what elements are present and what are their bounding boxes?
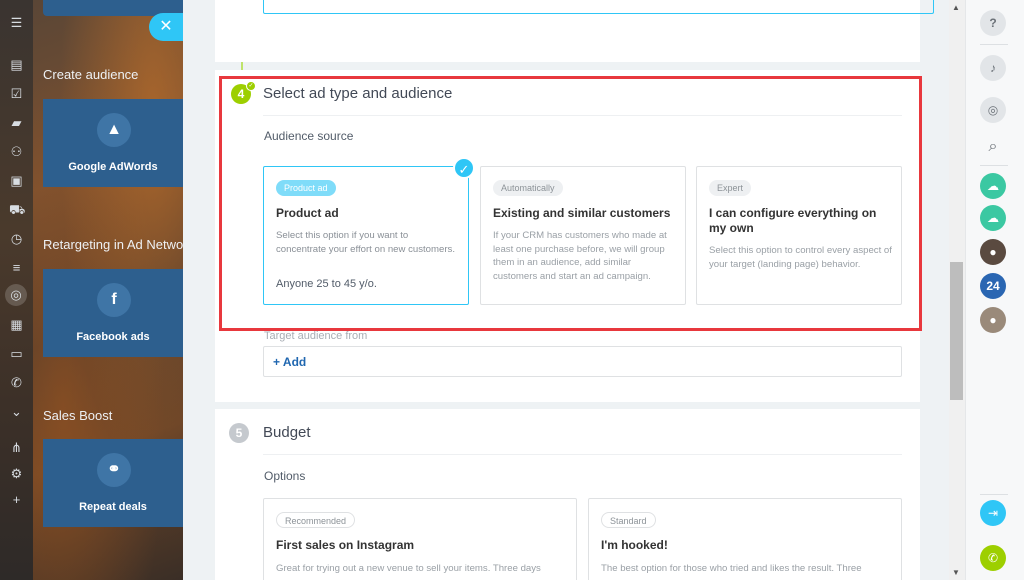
groups-icon[interactable]: ⚇ xyxy=(9,144,24,159)
add-icon[interactable]: + xyxy=(9,492,24,507)
scroll-thumb[interactable] xyxy=(950,262,963,400)
option-text: The best option for those who tried and … xyxy=(601,563,862,574)
filter-icon[interactable]: ≡ xyxy=(9,260,24,275)
phone-icon[interactable]: ✆ xyxy=(9,375,24,390)
exit-icon[interactable]: ⇥ xyxy=(980,500,1006,526)
divider xyxy=(980,494,1008,495)
bell-icon[interactable]: ♪ xyxy=(980,55,1006,81)
time-icon[interactable]: ◷ xyxy=(9,231,24,246)
section-title: Sales Boost xyxy=(43,408,113,423)
settings-icon[interactable]: ⚙ xyxy=(9,466,24,481)
option-hooked[interactable]: Standard I'm hooked! The best option for… xyxy=(588,498,902,580)
tile-label: Repeat deals xyxy=(79,501,147,513)
divider xyxy=(980,165,1008,166)
slider-content: 4 ✓ Select ad type and audience Audience… xyxy=(183,0,949,580)
selected-option-box[interactable] xyxy=(263,0,934,14)
section-title: Create audience xyxy=(43,67,139,82)
step3-card xyxy=(215,0,934,62)
option-text: Select this option to control every aspe… xyxy=(709,245,892,270)
option-tag: Product ad xyxy=(276,180,336,196)
shop-icon[interactable]: ⛟ xyxy=(9,202,25,217)
crm-icon[interactable]: ▣ xyxy=(9,173,24,188)
divider xyxy=(263,115,902,116)
sitemap-icon[interactable]: ⋔ xyxy=(9,440,24,455)
avatar[interactable]: ● xyxy=(980,239,1006,265)
option-tag: Standard xyxy=(601,512,656,528)
options-label: Options xyxy=(264,469,306,483)
avatar[interactable]: ● xyxy=(980,307,1006,333)
divider xyxy=(263,454,902,455)
option-title: Product ad xyxy=(276,206,339,220)
step-title: Budget xyxy=(263,424,311,441)
chat-bubble-icon[interactable]: ◎ xyxy=(980,97,1006,123)
left-panel: Create audience ▲ Google AdWords Retarge… xyxy=(33,0,183,580)
option-expert[interactable]: Expert I can configure everything on my … xyxy=(696,166,902,305)
section-title: Retargeting in Ad Netwo xyxy=(43,237,183,252)
target-audience-field[interactable]: + Add xyxy=(263,346,902,377)
option-product-ad[interactable]: Product ad Product ad Select this option… xyxy=(263,166,469,305)
option-existing-customers[interactable]: Automatically Existing and similar custo… xyxy=(480,166,686,305)
call-icon[interactable]: ✆ xyxy=(980,545,1006,571)
option-title: Existing and similar customers xyxy=(493,206,671,220)
step5-card: 5 Budget Options Recommended First sales… xyxy=(215,409,920,580)
option-first-sales[interactable]: Recommended First sales on Instagram Gre… xyxy=(263,498,577,580)
help-icon[interactable]: ? xyxy=(980,10,1006,36)
option-title: I'm hooked! xyxy=(601,538,668,552)
step-title: Select ad type and audience xyxy=(263,85,453,102)
chat-icon[interactable]: ▰ xyxy=(9,115,24,130)
marketing-icon[interactable]: ◎ xyxy=(5,284,27,306)
option-tag: Recommended xyxy=(276,512,356,528)
right-rail: ? ♪ ◎ ⌕ ☁ ☁ ● 24 ● ⇥ ✆ xyxy=(965,0,1024,580)
adwords-tile[interactable]: ▲ Google AdWords xyxy=(43,99,183,187)
option-tag: Automatically xyxy=(493,180,563,196)
option-text: If your CRM has customers who made at le… xyxy=(493,230,667,282)
option-footer: Anyone 25 to 45 y/o. xyxy=(276,278,377,290)
target-audience-label: Target audience from xyxy=(264,330,368,342)
repeat-deals-tile[interactable]: ⚭ Repeat deals xyxy=(43,439,183,527)
add-audience-link[interactable]: + Add xyxy=(273,355,306,369)
search-icon[interactable]: ⌕ xyxy=(980,134,1006,160)
scroll-down-icon[interactable]: ▼ xyxy=(952,568,960,577)
scrollbar[interactable]: ▲ ▼ xyxy=(949,0,965,580)
option-tag: Expert xyxy=(709,180,752,196)
menu-icon[interactable]: ☰ xyxy=(9,15,24,30)
handshake-icon: ⚭ xyxy=(97,453,131,487)
cloud-icon[interactable]: ☁ xyxy=(980,205,1006,231)
option-title: I can configure everything on my own xyxy=(709,206,877,235)
adwords-icon: ▲ xyxy=(97,113,131,147)
cloud-icon[interactable]: ☁ xyxy=(980,173,1006,199)
tile-label: Google AdWords xyxy=(68,161,158,173)
left-icon-rail: ☰ ▤ ☑ ▰ ⚇ ▣ ⛟ ◷ ≡ ◎ ▦ ▭ ✆ ⌄ ⋔ ⚙ + xyxy=(0,0,33,580)
sites-icon[interactable]: ▭ xyxy=(9,346,24,361)
more-icon[interactable]: ⌄ xyxy=(9,404,24,419)
facebook-tile[interactable]: f Facebook ads xyxy=(43,269,183,357)
audience-source-label: Audience source xyxy=(264,129,354,143)
counter-badge[interactable]: 24 xyxy=(980,273,1006,299)
step4-card: 4 ✓ Select ad type and audience Audience… xyxy=(215,70,920,402)
scroll-up-icon[interactable]: ▲ xyxy=(952,3,960,12)
option-title: First sales on Instagram xyxy=(276,538,415,552)
step-number: 5 xyxy=(229,423,249,443)
close-slider-button[interactable]: ✕ xyxy=(149,13,183,41)
option-text: Select this option if you want to concen… xyxy=(276,230,455,255)
divider xyxy=(980,44,1008,45)
tile-label: Facebook ads xyxy=(76,331,150,343)
selected-check-icon: ✓ xyxy=(453,157,475,179)
apps-icon[interactable]: ▦ xyxy=(9,317,24,332)
check-small-icon: ✓ xyxy=(246,81,256,91)
option-text: Great for trying out a new venue to sell… xyxy=(276,563,541,574)
feed-icon[interactable]: ▤ xyxy=(9,57,24,72)
tasks-icon[interactable]: ☑ xyxy=(9,86,24,101)
facebook-icon: f xyxy=(97,283,131,317)
